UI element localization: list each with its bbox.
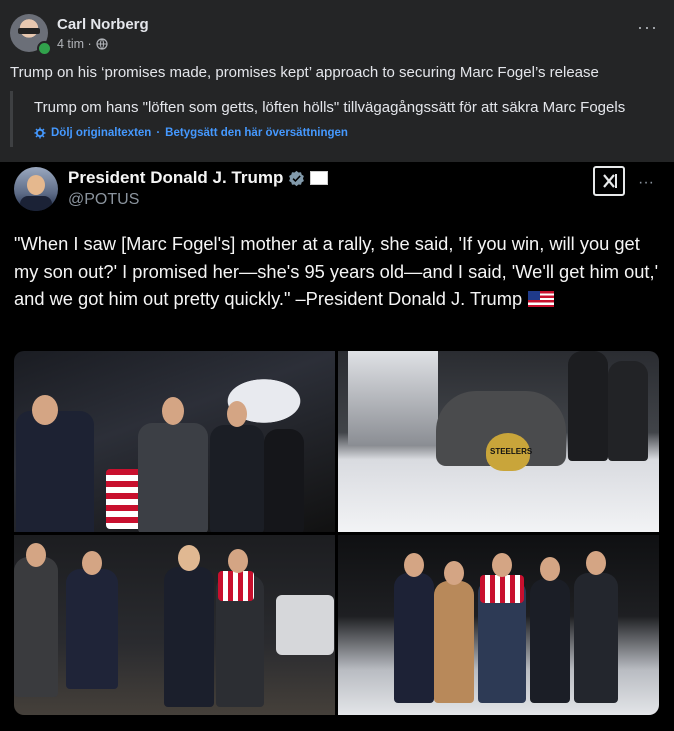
person-figure: [530, 579, 570, 703]
person-figure: [14, 557, 58, 697]
person-figure: [394, 573, 434, 703]
post-time[interactable]: 4 tim ·: [57, 37, 92, 51]
translation-actions: Dölj originaltexten · Betygsätt den här …: [34, 127, 348, 139]
person-figure: [434, 581, 474, 703]
person-figure: [264, 429, 304, 532]
author-name[interactable]: Carl Norberg: [57, 16, 149, 33]
person-figure: [66, 569, 118, 689]
tweet-avatar: [14, 167, 58, 211]
tweet-handle: @POTUS: [68, 191, 140, 208]
photo-greeting-snowfall[interactable]: [14, 535, 335, 715]
translation-block: Trump om hans "löften som getts, löften …: [10, 91, 660, 147]
tweet-more-icon: ···: [638, 174, 654, 191]
person-figure: [138, 423, 208, 532]
x-logo-icon: [593, 166, 625, 196]
tweet-text-content: "When I saw [Marc Fogel's] mother at a r…: [14, 233, 659, 309]
tweet-author-name: President Donald J. Trump: [68, 168, 284, 187]
person-figure: [568, 351, 608, 461]
photo-group-portrait[interactable]: [338, 535, 659, 715]
online-status-dot: [37, 41, 52, 56]
beanie-text: STEELERS: [490, 447, 533, 456]
separator: ·: [156, 127, 161, 139]
us-flag-icon: [528, 291, 555, 307]
person-figure: [16, 411, 94, 532]
photo-kneeling-snow[interactable]: STEELERS: [338, 351, 659, 532]
post-options-button[interactable]: ···: [637, 18, 658, 36]
post-meta: 4 tim ·: [57, 37, 108, 51]
photo-arrival-tarmac[interactable]: [14, 351, 335, 532]
person-figure: [164, 567, 214, 707]
rate-translation-link[interactable]: Betygsätt den här översättningen: [165, 127, 348, 139]
tweet-image[interactable]: President Donald J. Trump @POTUS ··· "Wh…: [0, 162, 674, 731]
globe-icon: [96, 38, 108, 50]
translation-text: Trump om hans "löften som getts, löften …: [34, 99, 626, 116]
person-figure: [608, 361, 648, 461]
aircraft-stairs: [348, 351, 438, 446]
post-header: Carl Norberg 4 tim · ···: [0, 0, 674, 60]
tweet-text: "When I saw [Marc Fogel's] mother at a r…: [14, 230, 664, 313]
person-figure: [574, 573, 618, 703]
hide-original-link[interactable]: Dölj originaltexten: [51, 127, 151, 139]
flag-scarf: [218, 571, 254, 601]
government-flag-icon: [310, 171, 329, 185]
gear-icon: [34, 127, 46, 139]
tweet-author: President Donald J. Trump: [68, 168, 329, 188]
person-figure: [210, 425, 264, 532]
snow-backdrop: [276, 595, 334, 655]
post-caption: Trump on his ‘promises made, promises ke…: [10, 64, 599, 81]
verified-badge-icon: [289, 170, 305, 186]
flag-scarf: [480, 575, 524, 603]
